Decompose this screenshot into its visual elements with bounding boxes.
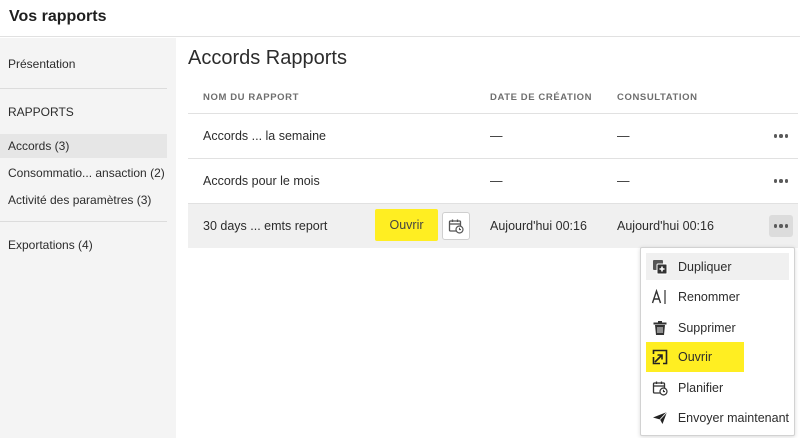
menu-item-send-now[interactable]: Envoyer maintenant <box>646 404 789 431</box>
sidebar-divider <box>0 221 167 222</box>
table-row-selected[interactable]: 30 days ... emts report Ouvrir Aujourd'h… <box>188 204 798 248</box>
sidebar-section-rapports: RAPPORTS <box>8 105 74 119</box>
menu-item-label: Dupliquer <box>678 259 732 274</box>
menu-item-label: Planifier <box>678 380 724 395</box>
sidebar-item-exportations[interactable]: Exportations (4) <box>0 238 167 252</box>
top-bar: Vos rapports <box>0 0 800 37</box>
more-options-button[interactable] <box>769 170 793 192</box>
menu-item-label: Supprimer <box>678 320 736 335</box>
open-report-button[interactable]: Ouvrir <box>375 209 438 241</box>
more-icon <box>773 179 789 183</box>
table-row[interactable]: Accords ... la semaine — — <box>188 114 798 158</box>
created-date: — <box>490 174 503 188</box>
report-name[interactable]: Accords pour le mois <box>203 159 320 203</box>
menu-item-schedule[interactable]: Planifier <box>646 374 789 401</box>
menu-item-label: Ouvrir <box>678 350 713 364</box>
send-icon <box>650 409 670 427</box>
page-header-title: Vos rapports <box>9 8 107 25</box>
column-header-name[interactable]: NOM DU RAPPORT <box>203 92 299 103</box>
sidebar-item-presentation[interactable]: Présentation <box>0 57 167 71</box>
sidebar-item-accords[interactable]: Accords (3) <box>0 134 167 158</box>
more-icon <box>773 134 789 138</box>
sidebar-item-consommation[interactable]: Consommatio... ansaction (2) <box>0 166 167 180</box>
sidebar: Présentation RAPPORTS Accords (3) Consom… <box>0 38 176 438</box>
sidebar-item-activite-parametres[interactable]: Activité des paramètres (3) <box>0 193 167 207</box>
sidebar-divider <box>0 88 167 89</box>
open-icon <box>650 348 670 366</box>
column-header-viewed[interactable]: CONSULTATION <box>617 92 698 103</box>
duplicate-icon <box>650 258 670 276</box>
calendar-clock-icon <box>448 219 464 234</box>
menu-item-label: Envoyer maintenant <box>677 410 789 425</box>
created-date: Aujourd'hui 00:16 <box>490 219 587 233</box>
report-name[interactable]: 30 days ... emts report <box>203 204 327 248</box>
menu-item-duplicate[interactable]: Dupliquer <box>646 253 789 280</box>
viewed-date: Aujourd'hui 00:16 <box>617 219 714 233</box>
page-title: Accords Rapports <box>188 47 347 69</box>
viewed-date: — <box>617 129 630 143</box>
report-name[interactable]: Accords ... la semaine <box>203 114 326 158</box>
column-header-created[interactable]: DATE DE CRÉATION <box>490 92 592 103</box>
menu-item-label: Renommer <box>678 289 740 304</box>
schedule-button[interactable] <box>442 212 470 240</box>
more-options-button[interactable] <box>769 125 793 147</box>
context-menu: Dupliquer Renommer Supprimer Ouvrir Plan… <box>640 247 795 436</box>
viewed-date: — <box>617 174 630 188</box>
more-options-button[interactable] <box>769 215 793 237</box>
calendar-icon <box>650 379 670 397</box>
menu-item-delete[interactable]: Supprimer <box>646 314 789 341</box>
menu-item-rename[interactable]: Renommer <box>646 283 789 310</box>
menu-item-open[interactable]: Ouvrir <box>646 342 744 372</box>
table-row[interactable]: Accords pour le mois — — <box>188 159 798 203</box>
trash-icon <box>650 319 670 337</box>
created-date: — <box>490 129 503 143</box>
rename-icon <box>650 288 670 306</box>
more-icon <box>773 224 789 228</box>
